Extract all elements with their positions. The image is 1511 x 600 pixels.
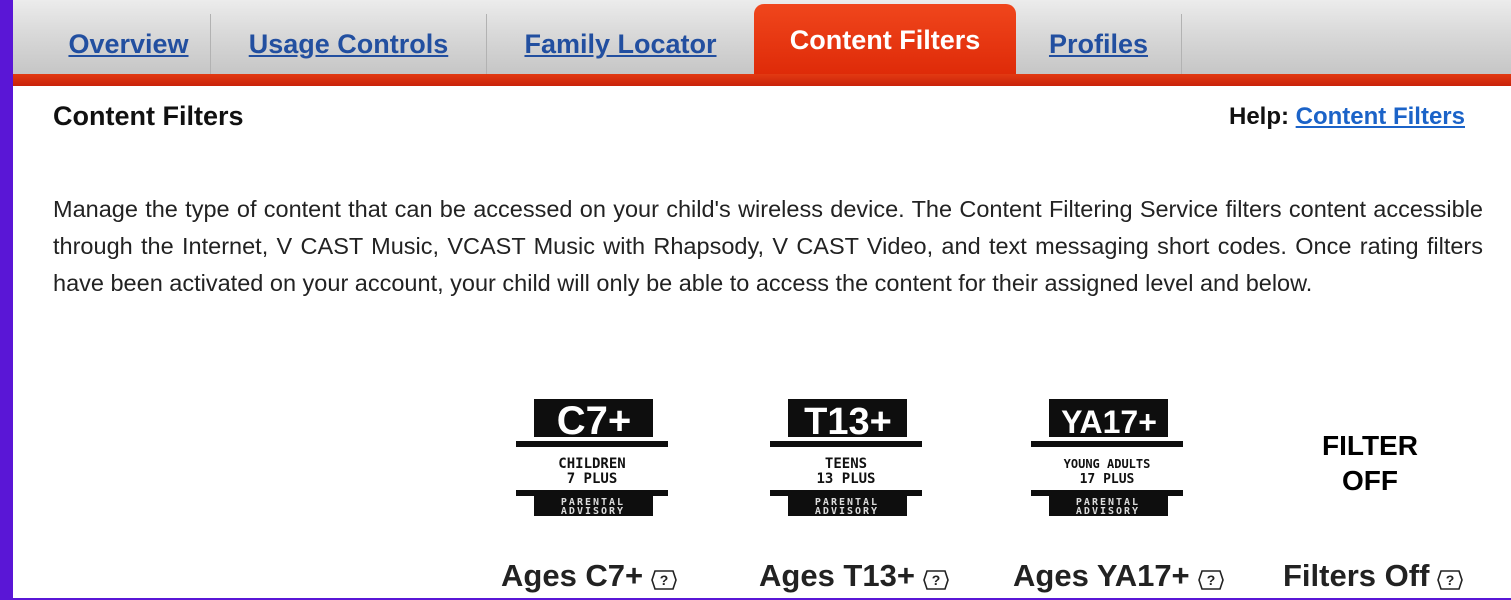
question-mark-icon[interactable]: ?: [651, 564, 677, 590]
advisory-line2: ADVISORY: [815, 506, 879, 517]
rating-label-t13[interactable]: Ages T13+ ?: [759, 558, 949, 594]
tab-content-filters[interactable]: Content Filters: [754, 4, 1016, 76]
tab-underline: [13, 74, 1511, 86]
rating-label-text: Ages T13+: [759, 558, 915, 593]
advisory-line2: ADVISORY: [561, 506, 625, 517]
description-text: Manage the type of content that can be a…: [53, 196, 1483, 296]
question-mark-icon[interactable]: ?: [1437, 564, 1464, 590]
tab-label: Overview: [68, 28, 189, 59]
badge-code: T13+: [804, 401, 892, 443]
svg-text:?: ?: [660, 572, 669, 588]
rating-label-ya17[interactable]: Ages YA17+ ?: [1013, 558, 1224, 594]
question-mark-icon[interactable]: ?: [1197, 564, 1224, 590]
tab-usage-controls[interactable]: Usage Controls: [211, 14, 487, 74]
filter-off-badge[interactable]: FILTER OFF: [1295, 428, 1445, 498]
rating-label-filters-off[interactable]: Filters Off ?: [1283, 558, 1464, 594]
help-section: Help: Content Filters: [1229, 103, 1465, 131]
tab-label: Content Filters: [789, 24, 981, 55]
badge-line1: TEENS: [825, 456, 867, 472]
advisory-line2: ADVISORY: [1076, 506, 1140, 517]
badge-line2: 17 PLUS: [1080, 472, 1135, 487]
svg-text:?: ?: [1446, 572, 1455, 588]
filter-off-line1: FILTER: [1322, 430, 1418, 461]
rating-label-text: Ages YA17+: [1013, 558, 1190, 593]
rating-label-text: Ages C7+: [501, 558, 644, 593]
svg-text:?: ?: [1206, 572, 1215, 588]
help-prefix: Help:: [1228, 103, 1289, 130]
badge-line2: 13 PLUS: [816, 471, 875, 487]
question-mark-icon[interactable]: ?: [923, 564, 949, 590]
rating-badge-c7[interactable]: C7+ CHILDREN 7 PLUS PARENTAL ADVISORY: [516, 395, 668, 517]
rating-badge-t13[interactable]: T13+ TEENS 13 PLUS PARENTAL ADVISORY: [770, 395, 922, 517]
rating-badge-ya17[interactable]: YA17+ YOUNG ADULTS 17 PLUS PARENTAL ADVI…: [1031, 395, 1183, 517]
tab-family-locator[interactable]: Family Locator: [487, 14, 755, 74]
rating-label-c7[interactable]: Ages C7+ ?: [501, 558, 677, 594]
badge-code: YA17+: [1061, 404, 1157, 440]
app-frame: Overview Usage Controls Family Locator C…: [13, 0, 1511, 598]
help-link[interactable]: Content Filters: [1296, 103, 1465, 130]
badge-code: C7+: [557, 399, 632, 443]
tab-label: Profiles: [1048, 28, 1149, 59]
tab-profiles[interactable]: Profiles: [1016, 14, 1182, 74]
tab-label: Usage Controls: [248, 28, 449, 59]
tab-overview[interactable]: Overview: [47, 14, 211, 74]
badge-line1: CHILDREN: [558, 456, 625, 472]
tab-label: Family Locator: [524, 28, 717, 59]
tab-bar: Overview Usage Controls Family Locator C…: [13, 0, 1511, 76]
badge-line1: YOUNG ADULTS: [1064, 457, 1151, 471]
svg-text:?: ?: [932, 572, 941, 588]
rating-label-text: Filters Off: [1283, 558, 1430, 593]
filter-off-line2: OFF: [1342, 465, 1398, 496]
badge-line2: 7 PLUS: [567, 471, 618, 487]
page-title: Content Filters: [53, 101, 244, 131]
